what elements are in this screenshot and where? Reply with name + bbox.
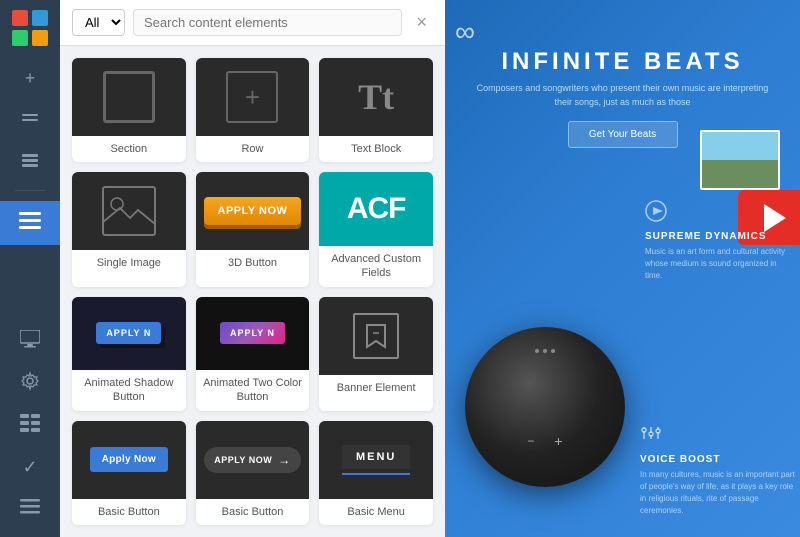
row-icon: +: [226, 71, 278, 123]
desktop-icon: [20, 330, 40, 353]
search-input[interactable]: [133, 9, 402, 36]
supreme-text: Music is an art form and cultural activi…: [645, 246, 795, 282]
basic-blue-icon: Apply Now: [90, 447, 168, 472]
element-card-menu[interactable]: MENU Basic Menu: [319, 421, 433, 525]
menu-icon: MENU: [342, 445, 410, 475]
content-panel: All × Section + Row Tt Text Blo: [60, 0, 445, 537]
sidebar-item-settings[interactable]: [10, 365, 50, 401]
banner-icon: [353, 313, 399, 359]
anim-shadow-preview: APPLY N: [72, 297, 186, 371]
element-card-anim-shadow[interactable]: APPLY N Animated Shadow Button: [72, 297, 186, 411]
basic-dark-preview: APPLY NOW →: [196, 421, 310, 499]
element-card-basic-dark[interactable]: APPLY NOW → Basic Button: [196, 421, 310, 525]
speaker-dots: [535, 349, 555, 353]
grid-icon: [20, 414, 40, 437]
sidebar-item-menu[interactable]: [0, 201, 60, 245]
elements-grid: Section + Row Tt Text Block: [60, 46, 445, 537]
speaker-image: − +: [465, 327, 635, 497]
hamburger-icon: [19, 212, 41, 235]
anim-shadow-icon: APPLY N: [96, 322, 161, 344]
element-card-basic-blue[interactable]: Apply Now Basic Button: [72, 421, 186, 525]
sidebar-item-add[interactable]: +: [10, 60, 50, 96]
sidebar-item-layers[interactable]: [10, 102, 50, 138]
section-preview: [72, 58, 186, 136]
sidebar-item-stack[interactable]: [10, 144, 50, 180]
row-label: Row: [237, 136, 267, 162]
main-content: ∞ INFINITE BEATS Composers and songwrite…: [445, 0, 800, 537]
element-card-3d-btn[interactable]: APPLY NOW 3D Button: [196, 172, 310, 286]
filter-select[interactable]: All: [72, 9, 125, 36]
3d-btn-preview: APPLY NOW: [196, 172, 310, 250]
gear-icon: [20, 371, 40, 396]
equalizer-icon: [640, 423, 800, 450]
plus-icon: +: [25, 68, 36, 89]
basic-dark-label: Basic Button: [218, 499, 288, 525]
layers-icon: [20, 108, 40, 133]
section-label: Section: [106, 136, 151, 162]
infinity-symbol: ∞: [455, 16, 475, 48]
3d-btn-icon: APPLY NOW: [204, 197, 302, 225]
voice-title: VOICE BOOST: [640, 454, 800, 465]
menu-label: Basic Menu: [343, 499, 408, 525]
check-icon: ✓: [22, 457, 37, 478]
element-card-banner[interactable]: Banner Element: [319, 297, 433, 411]
main-title: INFINITE BEATS: [475, 48, 770, 76]
main-subtitle: Composers and songwriters who present th…: [475, 82, 770, 109]
sidebar-item-list[interactable]: [10, 491, 50, 527]
close-button[interactable]: ×: [410, 10, 433, 35]
supreme-title: SUPREME DYNAMICS: [645, 231, 795, 242]
voice-section: VOICE BOOST In many cultures, music is a…: [640, 423, 800, 517]
acf-label: Advanced Custom Fields: [319, 246, 433, 287]
acf-icon: ACF: [347, 192, 406, 226]
basic-blue-label: Basic Button: [94, 499, 164, 525]
element-card-anim-two[interactable]: APPLY N Animated Two Color Button: [196, 297, 310, 411]
anim-shadow-label: Animated Shadow Button: [72, 370, 186, 411]
anim-two-icon: APPLY N: [220, 322, 285, 344]
element-card-section[interactable]: Section: [72, 58, 186, 162]
anim-two-preview: APPLY N: [196, 297, 310, 371]
stack-icon: [20, 150, 40, 175]
thumbnail-image: [700, 130, 780, 190]
basic-blue-preview: Apply Now: [72, 421, 186, 499]
basic-dark-icon: APPLY NOW →: [204, 447, 301, 473]
element-card-row[interactable]: + Row: [196, 58, 310, 162]
speaker-controls: − +: [527, 433, 562, 449]
supreme-section: SUPREME DYNAMICS Music is an art form an…: [645, 200, 795, 282]
sidebar-item-check[interactable]: ✓: [10, 449, 50, 485]
3d-btn-label: 3D Button: [224, 250, 281, 276]
sidebar-item-grid[interactable]: [10, 407, 50, 443]
beats-background: ∞ INFINITE BEATS Composers and songwrite…: [445, 0, 800, 537]
sidebar: + ✓: [0, 0, 60, 537]
speaker-circle: − +: [465, 327, 625, 487]
element-card-image[interactable]: Single Image: [72, 172, 186, 286]
sidebar-divider-1: [15, 190, 45, 191]
banner-preview: [319, 297, 433, 375]
image-label: Single Image: [93, 250, 165, 276]
text-icon: Tt: [358, 79, 394, 115]
menu-preview: MENU: [319, 421, 433, 499]
voice-text: In many cultures, music is an important …: [640, 469, 800, 517]
play-circle-icon: [645, 200, 795, 227]
list-icon: [20, 499, 40, 520]
text-preview: Tt: [319, 58, 433, 136]
element-card-text[interactable]: Tt Text Block: [319, 58, 433, 162]
element-card-acf[interactable]: ACF Advanced Custom Fields: [319, 172, 433, 286]
banner-label: Banner Element: [333, 375, 420, 401]
image-preview: [72, 172, 186, 250]
section-icon: [103, 71, 155, 123]
cta-button[interactable]: Get Your Beats: [568, 121, 678, 148]
anim-two-label: Animated Two Color Button: [196, 370, 310, 411]
app-logo[interactable]: [12, 10, 48, 46]
panel-header: All ×: [60, 0, 445, 46]
text-label: Text Block: [347, 136, 405, 162]
row-preview: +: [196, 58, 310, 136]
image-icon: [102, 186, 156, 236]
acf-preview: ACF: [319, 172, 433, 246]
sidebar-item-desktop[interactable]: [10, 323, 50, 359]
